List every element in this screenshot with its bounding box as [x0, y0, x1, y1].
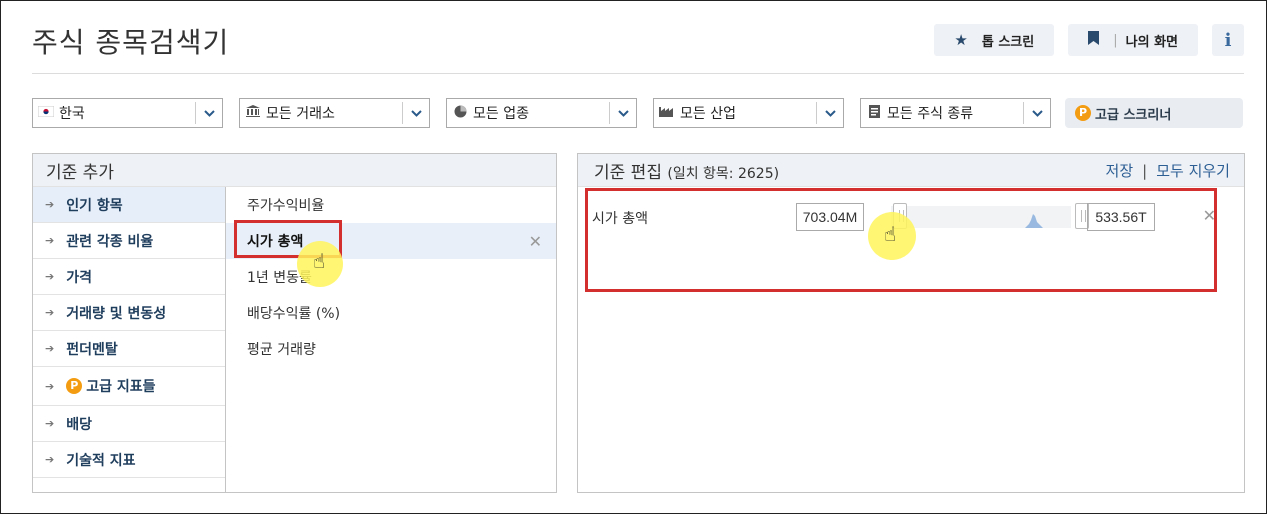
category-label: 기술적 지표: [66, 452, 136, 469]
filter-bar: 한국 모든 거래소 모든 업종 모든 산업 모든 주식 종류 P 고급 스크리너: [32, 98, 1243, 128]
stock-type-label: 모든 주식 종류: [887, 106, 974, 122]
criteria-item-1y-change[interactable]: 1년 변동률: [226, 259, 556, 295]
criteria-label: 평균 거래량: [247, 342, 316, 358]
criteria-label: 주가수익비율: [247, 198, 325, 214]
category-list: ➔ 인기 항목 ➔ 관련 각종 비율 ➔ 가격 ➔ 거래량 및 변동성 ➔ 펀더멘탈 ➔ P…: [33, 187, 226, 492]
category-ratios[interactable]: ➔ 관련 각종 비율: [33, 223, 225, 259]
category-price[interactable]: ➔ 가격: [33, 259, 225, 295]
criteria-item-pe[interactable]: 주가수익비율: [226, 187, 556, 223]
cursor-highlight: ☝: [297, 241, 343, 287]
industry-dropdown[interactable]: 모든 산업: [653, 98, 844, 128]
sector-dropdown[interactable]: 모든 업종: [446, 98, 637, 128]
criteria-label: 배당수익률 (%): [247, 306, 341, 322]
add-criteria-title: 기준 추가: [33, 154, 556, 187]
separator: |: [1113, 32, 1118, 48]
hand-cursor-icon: ☝: [313, 249, 326, 273]
chevron-down-icon[interactable]: [1023, 102, 1050, 124]
category-label: 배당: [66, 416, 92, 433]
criteria-item-avg-volume[interactable]: 평균 거래량: [226, 331, 556, 367]
document-icon: [861, 104, 887, 122]
separator: |: [1142, 161, 1148, 180]
info-icon: i: [1224, 29, 1232, 51]
chevron-down-icon[interactable]: [816, 102, 843, 124]
advanced-screener-label: 고급 스크리너: [1095, 107, 1172, 123]
top-screener-label: 톱 스크린: [981, 34, 1035, 50]
category-volume-volatility[interactable]: ➔ 거래량 및 변동성: [33, 295, 225, 331]
bookmark-icon: [1088, 31, 1100, 49]
edit-criteria-header: 기준 편집 (일치 항목: 2625) 저장 | 모두 지우기: [578, 154, 1244, 187]
bank-icon: [240, 105, 266, 121]
category-label: 거래량 및 변동성: [66, 305, 167, 322]
korea-flag-icon: [33, 105, 59, 121]
my-screen-label: 나의 화면: [1125, 34, 1178, 50]
arrow-right-icon: ➔: [45, 270, 55, 283]
category-dividend[interactable]: ➔ 배당: [33, 406, 225, 442]
arrow-right-icon: ➔: [45, 379, 55, 393]
premium-badge-icon: P: [66, 378, 83, 394]
save-link[interactable]: 저장: [1106, 162, 1134, 180]
cursor-highlight: ☝: [868, 212, 916, 260]
category-label: 가격: [66, 269, 92, 286]
chevron-down-icon[interactable]: [402, 102, 429, 124]
info-button[interactable]: i: [1212, 24, 1244, 56]
chevron-down-icon[interactable]: [609, 102, 636, 124]
category-label: 고급 지표들: [86, 379, 156, 395]
arrow-right-icon: ➔: [45, 453, 55, 466]
arrow-right-icon: ➔: [45, 417, 55, 430]
chevron-down-icon[interactable]: [195, 102, 222, 124]
category-popular[interactable]: ➔ 인기 항목: [33, 187, 225, 223]
sector-label: 모든 업종: [473, 106, 529, 122]
factory-icon: [654, 105, 680, 121]
arrow-right-icon: ➔: [45, 198, 55, 211]
top-screener-button[interactable]: ★ 톱 스크린: [934, 24, 1055, 56]
screener-window: 주식 종목검색기 ★ 톱 스크린 | 나의 화면 i 한국 모든 거래소 모든 …: [0, 0, 1267, 514]
category-fundamental[interactable]: ➔ 펀더멘탈: [33, 331, 225, 367]
category-advanced-indicators[interactable]: ➔ P 고급 지표들: [33, 367, 225, 406]
add-criteria-panel: 기준 추가 ➔ 인기 항목 ➔ 관련 각종 비율 ➔ 가격 ➔ 거래량 및 변동성 ➔ 펀…: [32, 153, 557, 493]
top-actions: ★ 톱 스크린 | 나의 화면 i: [934, 24, 1244, 56]
premium-badge-icon: P: [1075, 105, 1091, 121]
category-label: 인기 항목: [66, 197, 123, 214]
edit-criteria-title: 기준 편집: [594, 162, 662, 183]
category-technical[interactable]: ➔ 기술적 지표: [33, 442, 225, 478]
industry-label: 모든 산업: [680, 106, 736, 122]
category-label: 펀더멘탈: [66, 341, 118, 358]
advanced-screener-button[interactable]: P 고급 스크리너: [1065, 98, 1243, 128]
pie-icon: [447, 105, 473, 122]
exchange-label: 모든 거래소: [266, 106, 335, 122]
my-screen-button[interactable]: | 나의 화면: [1068, 24, 1198, 56]
criteria-item-dividend-yield[interactable]: 배당수익률 (%): [226, 295, 556, 331]
stock-type-dropdown[interactable]: 모든 주식 종류: [860, 98, 1051, 128]
arrow-right-icon: ➔: [45, 342, 55, 355]
divider: [32, 73, 1244, 74]
arrow-right-icon: ➔: [45, 306, 55, 319]
exchange-dropdown[interactable]: 모든 거래소: [239, 98, 430, 128]
page-title: 주식 종목검색기: [32, 26, 230, 59]
hand-cursor-icon: ☝: [884, 222, 897, 246]
match-count: (일치 항목: 2625): [667, 165, 780, 182]
country-dropdown[interactable]: 한국: [32, 98, 223, 128]
star-icon: ★: [954, 31, 968, 49]
header-actions: 저장 | 모두 지우기: [1106, 160, 1244, 181]
arrow-right-icon: ➔: [45, 234, 55, 247]
close-icon[interactable]: ✕: [529, 232, 542, 251]
edit-criteria-title-group: 기준 편집 (일치 항목: 2625): [594, 158, 779, 183]
country-label: 한국: [59, 106, 85, 122]
clear-all-link[interactable]: 모두 지우기: [1156, 162, 1230, 180]
category-label: 관련 각종 비율: [66, 233, 154, 250]
